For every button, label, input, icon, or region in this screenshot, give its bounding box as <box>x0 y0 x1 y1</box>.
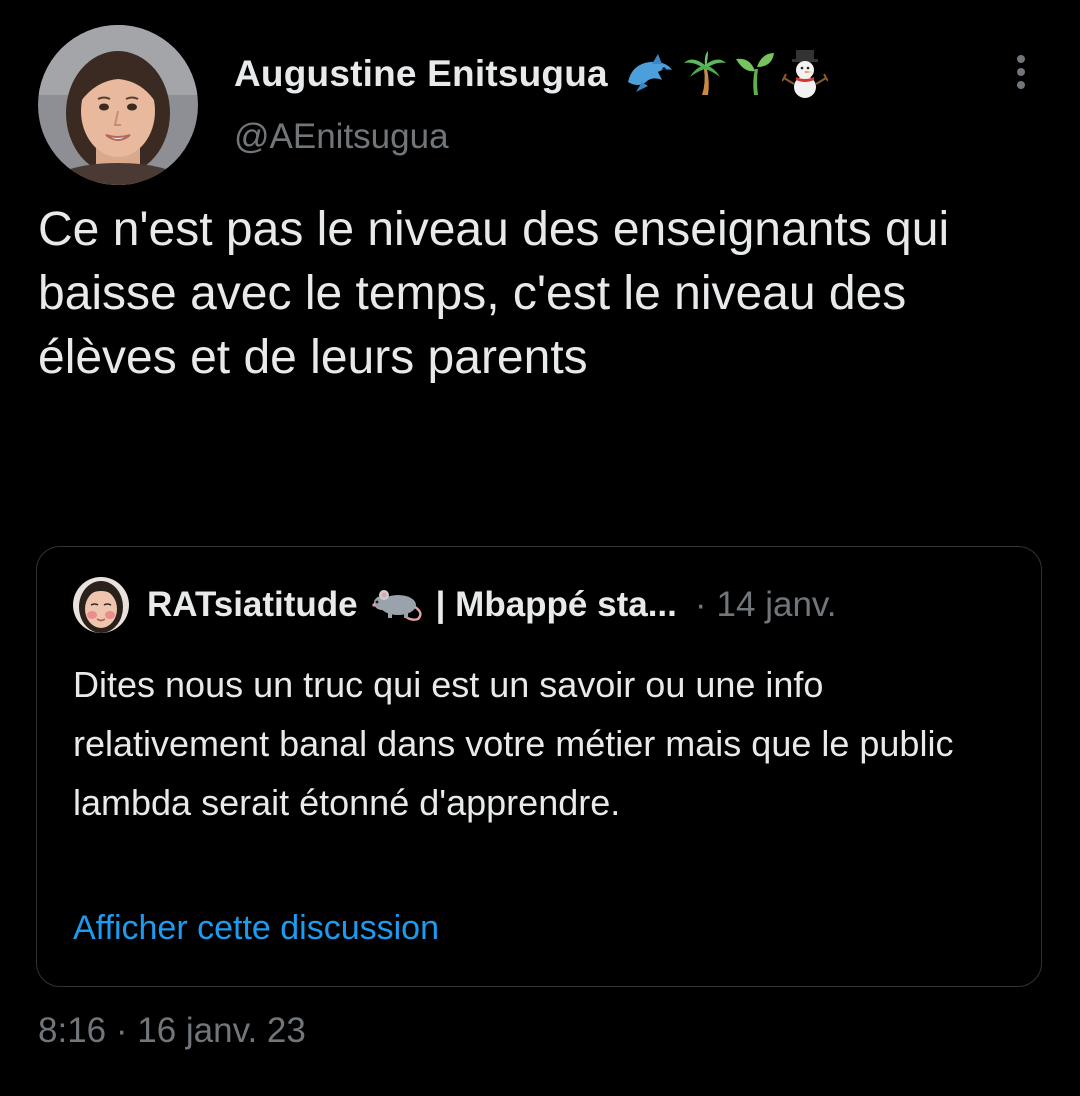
author-avatar[interactable] <box>38 25 198 185</box>
quoted-tweet-card[interactable]: RATsiatitude | Mbappé sta... · 14 janv. … <box>36 546 1042 987</box>
dolphin-emoji-icon <box>622 52 676 96</box>
tweet-timestamp[interactable]: 8:16 · 16 janv. 23 <box>38 1011 306 1051</box>
quoted-author-name-suffix[interactable]: | Mbappé sta... <box>436 585 677 625</box>
rat-emoji-icon <box>372 581 424 630</box>
quoted-tweet-date[interactable]: 14 janv. <box>717 585 837 625</box>
author-name-emojis <box>622 50 828 98</box>
quoted-author-avatar <box>73 577 129 633</box>
palm-tree-emoji-icon <box>682 51 728 97</box>
tweet-text: Ce n'est pas le niveau des enseignants q… <box>38 203 950 384</box>
author-handle[interactable]: @AEnitsugua <box>234 117 449 157</box>
author-name-row[interactable]: Augustine Enitsugua <box>234 48 828 100</box>
header-separator: · <box>694 585 707 624</box>
show-thread-link[interactable]: Afficher cette discussion <box>73 909 439 948</box>
quoted-tweet-header: RATsiatitude | Mbappé sta... · 14 janv. <box>147 583 837 627</box>
more-options-button[interactable] <box>1004 52 1038 92</box>
snowman-emoji-icon <box>781 50 828 98</box>
quoted-author-name[interactable]: RATsiatitude <box>147 585 358 625</box>
author-display-name[interactable]: Augustine Enitsugua <box>234 53 608 95</box>
quoted-tweet-text: Dites nous un truc qui est un savoir ou … <box>73 664 954 823</box>
more-vertical-icon <box>1017 55 1025 89</box>
seedling-emoji-icon <box>734 51 776 97</box>
